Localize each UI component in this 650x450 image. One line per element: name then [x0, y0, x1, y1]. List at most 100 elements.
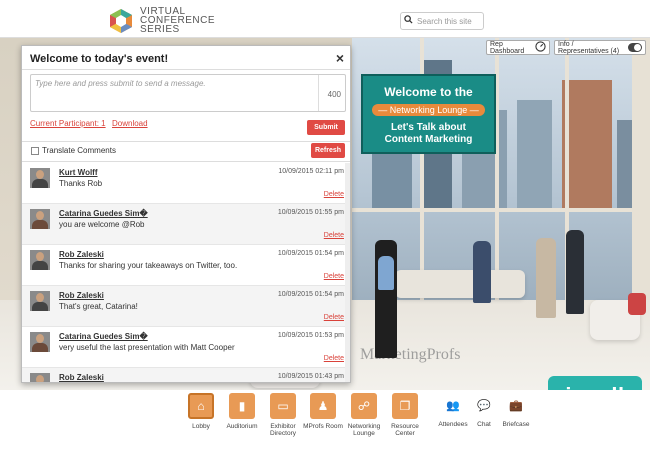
message-textarea[interactable]: Type here and press submit to send a mes…: [30, 74, 346, 112]
lounge-pillar: [632, 38, 650, 300]
nav-lobby-label: Lobby: [192, 423, 210, 430]
resource-book-icon: ❐: [392, 393, 418, 419]
translate-label: Translate Comments: [42, 146, 116, 155]
message-list-scrollbar[interactable]: [345, 163, 350, 382]
nav-resource-center[interactable]: ❐ Resource Center: [386, 390, 424, 437]
top-header: VIRTUAL CONFERENCE SERIES Search this si…: [0, 0, 650, 38]
briefcase-icon: 💼: [508, 398, 524, 414]
list-item: Kurt Wolff Thanks Rob 10/09/2015 02:11 p…: [22, 163, 350, 204]
gauge-icon: [535, 41, 546, 54]
rep-dashboard-label: Rep Dashboard: [490, 40, 525, 55]
download-link[interactable]: Download: [112, 119, 148, 128]
divider: [22, 141, 350, 142]
message-timestamp: 10/09/2015 01:43 pm: [277, 373, 344, 380]
nav-briefcase-label: Briefcase: [502, 421, 530, 428]
welcome-sign: Welcome to the — Networking Lounge — Let…: [361, 74, 496, 154]
delete-link[interactable]: Delete: [324, 191, 344, 198]
submit-button[interactable]: Submit: [307, 120, 345, 135]
character-counter: 400: [327, 90, 341, 99]
translate-checkbox[interactable]: [31, 146, 39, 155]
message-author[interactable]: Kurt Wolff: [59, 168, 98, 177]
list-item: Catarina Guedes Sim� very useful the las…: [22, 327, 350, 368]
search-input[interactable]: Search this site: [400, 12, 484, 30]
attendee-avatar-figure[interactable]: [566, 230, 584, 314]
message-author[interactable]: Rob Zaleski: [59, 373, 104, 382]
info-representatives-toggle[interactable]: Info / Representatives (4): [554, 40, 646, 55]
nav-exhibitor-directory[interactable]: ▭ Exhibitor Directory: [265, 390, 301, 437]
nav-chat[interactable]: 💬 Chat: [472, 390, 496, 428]
delete-link[interactable]: Delete: [324, 355, 344, 362]
logo-line-3: SERIES: [140, 24, 180, 35]
list-item: Rob Zaleski Thanks for sharing your take…: [22, 245, 350, 286]
sign-topic: Let's Talk about Content Marketing: [363, 122, 494, 146]
lobby-icon: ⌂: [188, 393, 214, 419]
networking-people-icon: ☍: [351, 393, 377, 419]
nav-exhibitor-label-1: Exhibitor: [270, 423, 296, 430]
avatar[interactable]: [30, 250, 50, 270]
meeting-room-icon: ♟: [310, 393, 336, 419]
sign-topic-line-2: Content Marketing: [384, 134, 473, 145]
divider: [22, 161, 350, 162]
nav-resource-label-1: Resource: [391, 423, 419, 430]
nav-attendees[interactable]: 👥 Attendees: [436, 390, 470, 428]
message-text: Thanks for sharing your takeaways on Twi…: [59, 261, 238, 270]
message-timestamp: 10/09/2015 01:54 pm: [277, 291, 344, 298]
list-item: Rob Zaleski 10/09/2015 01:43 pm: [22, 368, 350, 382]
delete-link[interactable]: Delete: [324, 232, 344, 239]
chat-panel: Welcome to today's event! × Type here an…: [21, 45, 351, 383]
message-placeholder: Type here and press submit to send a mes…: [35, 79, 206, 88]
message-timestamp: 10/09/2015 01:53 pm: [277, 332, 344, 339]
nav-briefcase[interactable]: 💼 Briefcase: [500, 390, 532, 428]
attendees-icon: 👥: [445, 398, 461, 414]
message-author[interactable]: Catarina Guedes Sim�: [59, 332, 148, 341]
current-participant-link[interactable]: Current Participant: 1: [30, 119, 106, 128]
avatar[interactable]: [30, 291, 50, 311]
avatar[interactable]: [30, 332, 50, 352]
message-list[interactable]: Kurt Wolff Thanks Rob 10/09/2015 02:11 p…: [22, 163, 350, 382]
list-item: Rob Zaleski That's great, Catarina! 10/0…: [22, 286, 350, 327]
divider: [318, 75, 319, 111]
nav-auditorium[interactable]: ▮ Auditorium: [223, 390, 261, 430]
avatar[interactable]: [30, 209, 50, 229]
rep-dashboard-button[interactable]: Rep Dashboard: [486, 40, 550, 55]
info-representatives-label: Info / Representatives (4): [558, 40, 620, 55]
nav-networking-label-1: Networking: [347, 423, 381, 430]
message-text: very useful the last presentation with M…: [59, 343, 235, 352]
search-icon: [404, 15, 413, 27]
message-timestamp: 10/09/2015 02:11 pm: [278, 168, 344, 175]
attendee-avatar-figure[interactable]: [536, 238, 556, 318]
translate-comments-option[interactable]: Translate Comments: [31, 146, 116, 155]
message-text: you are welcome @Rob: [59, 220, 145, 229]
nav-mprofs-room[interactable]: ♟ MProfs Room: [302, 390, 344, 430]
red-chair: [628, 293, 646, 315]
attendee-avatar-figure[interactable]: [378, 256, 394, 290]
lounge-sofa: [395, 270, 525, 298]
message-text: That's great, Catarina!: [59, 302, 138, 311]
message-author[interactable]: Rob Zaleski: [59, 250, 104, 259]
nav-exhibitor-label-2: Directory: [269, 430, 296, 437]
nav-resource-label-2: Center: [395, 430, 415, 437]
sign-heading: Welcome to the: [384, 85, 473, 99]
toggle-switch-icon[interactable]: [628, 43, 642, 52]
avatar[interactable]: [30, 168, 50, 188]
delete-link[interactable]: Delete: [324, 314, 344, 321]
message-author[interactable]: Catarina Guedes Sim�: [59, 209, 148, 218]
nav-chat-label: Chat: [477, 421, 491, 428]
close-icon[interactable]: ×: [336, 50, 344, 66]
avatar[interactable]: [30, 373, 50, 382]
delete-link[interactable]: Delete: [324, 273, 344, 280]
refresh-button[interactable]: Refresh: [311, 143, 345, 158]
auditorium-icon: ▮: [229, 393, 255, 419]
divider: [22, 69, 350, 70]
nav-lobby[interactable]: ⌂ Lobby: [186, 390, 216, 430]
attendee-avatar-figure[interactable]: [473, 241, 491, 303]
skyline-building: [517, 100, 552, 210]
site-logo[interactable]: VIRTUAL CONFERENCE SERIES: [108, 7, 215, 35]
bottom-navigation: ⌂ Lobby ▮ Auditorium ▭ Exhibitor Directo…: [0, 390, 650, 450]
message-author[interactable]: Rob Zaleski: [59, 291, 104, 300]
nav-networking-lounge[interactable]: ☍ Networking Lounge: [345, 390, 383, 437]
skyline-building: [562, 80, 612, 210]
nav-auditorium-label: Auditorium: [226, 423, 258, 430]
message-timestamp: 10/09/2015 01:55 pm: [277, 209, 344, 216]
sign-topic-line-1: Let's Talk about: [391, 122, 466, 133]
